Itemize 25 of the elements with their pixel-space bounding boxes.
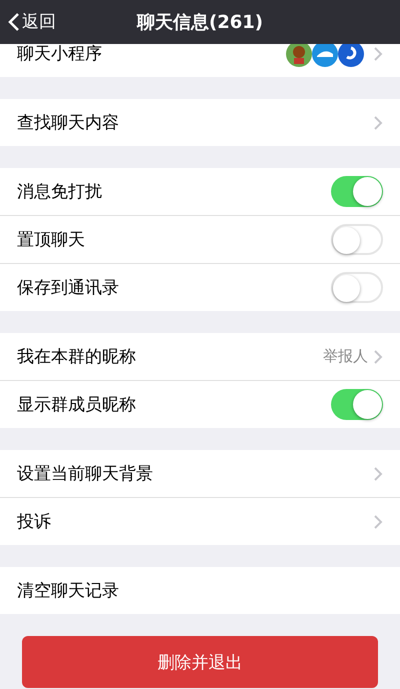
setting-label[interactable]: 聊天小程序 [17,44,286,65]
setting-label[interactable]: 消息免打扰 [17,180,331,203]
app-icon [286,44,312,66]
chevron-icon [374,350,383,364]
chevron-icon [374,116,383,130]
toggle-switch[interactable] [331,176,383,207]
chevron-icon [374,466,383,480]
toggle-switch[interactable] [331,272,383,303]
setting-label[interactable]: 置顶聊天 [17,228,331,251]
setting-label[interactable]: 查找聊天内容 [17,111,374,134]
chevron-left-icon [8,12,20,32]
toggle-switch[interactable] [331,224,383,255]
back-button[interactable]: 返回 [8,10,56,33]
toggle-switch[interactable] [331,389,383,420]
delete-and-exit-button[interactable]: 删除并退出 [22,636,378,688]
setting-label[interactable]: 设置当前聊天背景 [17,462,374,485]
window-title: 聊天信息(261) [136,11,264,34]
setting-label[interactable]: 我在本群的昵称 [17,345,323,368]
chevron-icon [374,46,383,60]
setting-label[interactable]: 清空聊天记录 [17,579,383,602]
row-value: 举报人 [323,347,368,366]
chevron-icon [374,514,383,528]
setting-label[interactable]: 显示群成员昵称 [17,393,331,416]
setting-label[interactable]: 保存到通讯录 [17,276,331,299]
setting-label[interactable]: 投诉 [17,510,374,533]
